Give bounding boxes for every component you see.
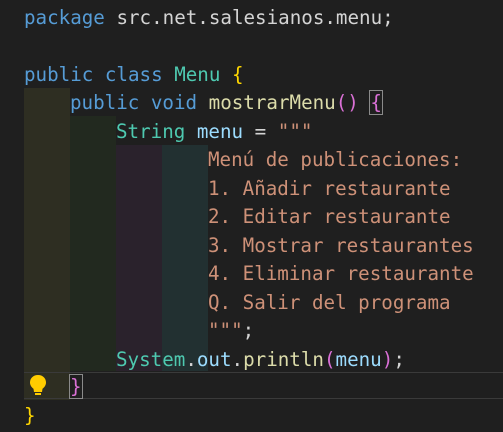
paren-close: ) <box>381 348 394 371</box>
paren-open: ( <box>323 348 336 371</box>
class-name: Menu <box>174 63 221 86</box>
code-editor[interactable]: package src.net.salesianos.menu; public … <box>0 0 503 432</box>
keyword-package: package <box>24 6 105 29</box>
semicolon: ; <box>242 319 255 342</box>
paren-open: ( <box>335 91 348 114</box>
keyword-public: public <box>70 91 140 114</box>
class-close-brace: } <box>24 404 36 427</box>
argument-menu: menu <box>335 348 382 371</box>
text-block-line[interactable]: 2. Editar restaurante <box>208 202 451 231</box>
type-string: String <box>116 120 186 143</box>
text-block-close: """ <box>208 319 243 342</box>
indent-guide-level-2 <box>70 116 116 371</box>
dot: . <box>185 348 197 371</box>
dot: . <box>231 348 244 371</box>
code-line-method-decl[interactable]: public void mostrarMenu() { <box>70 88 383 117</box>
keyword-class: class <box>104 63 163 86</box>
code-line-string-decl[interactable]: String menu = """ <box>116 117 312 146</box>
method-open-brace: { <box>369 90 383 115</box>
equals-operator: = <box>254 120 267 143</box>
code-line-class-decl[interactable]: public class Menu { <box>24 60 244 89</box>
lightbulb-icon[interactable] <box>28 373 48 397</box>
class-system: System <box>116 348 186 371</box>
text-block-line[interactable]: 4. Eliminar restaurante <box>208 259 474 288</box>
text-block-line[interactable]: 1. Añadir restaurante <box>208 174 451 203</box>
code-line-text-block-close[interactable]: """; <box>208 316 254 345</box>
semicolon: ; <box>382 6 394 29</box>
code-line-println[interactable]: System.out.println(menu); <box>116 345 405 374</box>
current-line-highlight <box>24 372 503 399</box>
class-open-brace: { <box>231 63 244 86</box>
keyword-public: public <box>24 63 94 86</box>
method-println: println <box>243 348 324 371</box>
package-name: src.net.salesianos.menu <box>116 6 383 29</box>
text-block-line[interactable]: 3. Mostrar restaurantes <box>208 231 474 260</box>
indent-guide-level-4 <box>162 145 208 371</box>
field-out: out <box>196 348 232 371</box>
method-name: mostrarMenu <box>208 91 336 114</box>
text-block-open: """ <box>277 120 313 143</box>
method-close-brace: } <box>69 374 83 399</box>
semicolon: ; <box>393 348 405 371</box>
code-line-class-close[interactable]: } <box>24 401 36 430</box>
text-block-line[interactable]: Menú de publicaciones: <box>208 145 462 174</box>
variable-menu: menu <box>196 120 244 143</box>
text-block-line[interactable]: Q. Salir del programa <box>208 288 451 317</box>
code-line-package[interactable]: package src.net.salesianos.menu; <box>24 3 394 32</box>
paren-close: ) <box>347 91 359 114</box>
indent-guide-level-1 <box>24 88 70 400</box>
code-line-method-close[interactable]: } <box>69 372 83 401</box>
indent-guide-level-3 <box>116 145 162 371</box>
keyword-void: void <box>150 91 198 114</box>
